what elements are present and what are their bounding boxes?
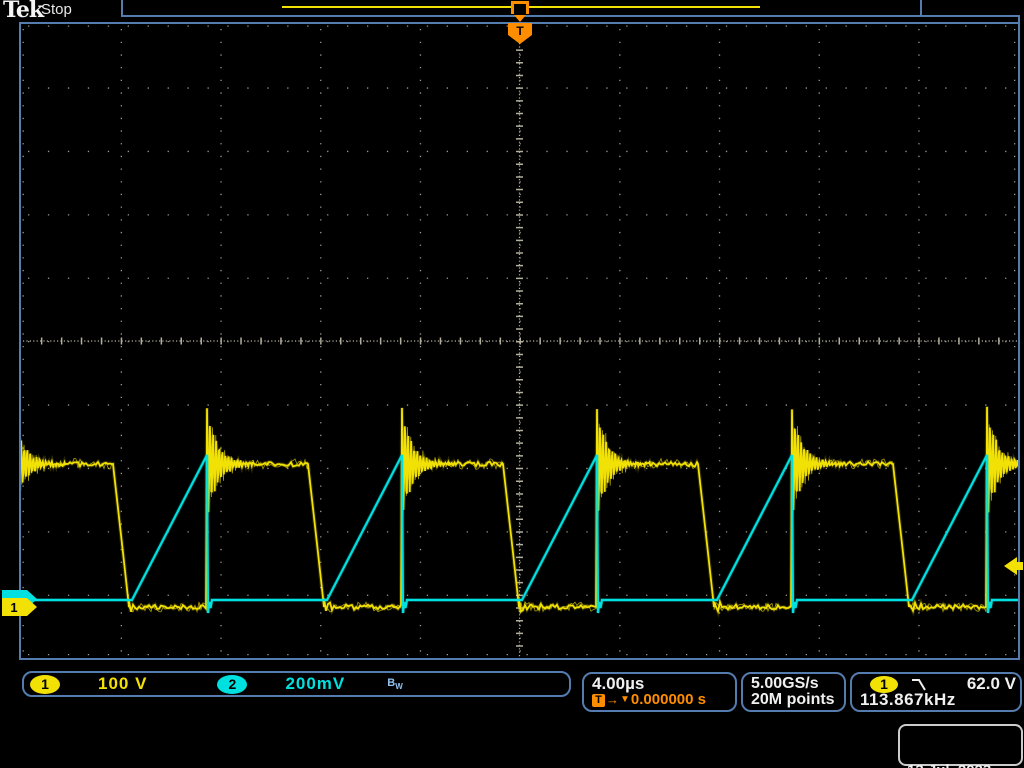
graticule [19,22,1020,660]
trigger-readout-box[interactable]: 1 62.0 V 113.867kHz [850,672,1022,712]
top-divider-stub-right [920,0,922,15]
oscilloscope-screen: Tek Stop T 1 1 100 V 2 200mV BW 4.00µs T… [0,0,1024,768]
horizontal-scale: 4.00µs [592,674,645,693]
sample-rate: 5.00GS/s [751,675,819,692]
record-length: 20M points [751,691,835,708]
ch2-scale: 200mV [285,674,346,693]
trigger-position-arrow-icon [514,15,526,22]
ch2-badge[interactable]: 2 [217,674,248,694]
ch1-marker-label: 1 [10,600,17,615]
ch1-scale: 100 V [98,674,148,693]
acquisition-readout-box[interactable]: 5.00GS/s 20M points [741,672,846,712]
trigger-level-value: 62.0 V [966,674,1016,693]
channel-position-markers[interactable]: 1 [0,586,46,622]
trigger-level-arrow-icon[interactable] [1002,555,1024,577]
datetime-box: 13 Jul 2023 11:28:28 [898,724,1023,768]
acquisition-status: Stop [41,1,72,18]
bandwidth-limit-icon: BW [387,676,403,692]
triangle-down-icon: ▼ [620,694,630,705]
horizontal-readout-box[interactable]: 4.00µs T → ▼ 0.000000 s [582,672,737,712]
trigger-position-flag-icon[interactable]: T [507,23,533,45]
trigger-t-icon: T [592,693,605,707]
date-label: 13 Jul 2023 [907,762,1021,768]
horizontal-delay-value: 0.000000 s [630,691,706,708]
trigger-frequency: 113.867kHz [860,690,956,709]
waveform-plot [21,25,1018,657]
tek-logo: Tek [3,0,44,23]
ch1-badge[interactable]: 1 [30,674,60,694]
trigger-flag-letter: T [516,24,524,38]
top-divider-line [121,15,1020,17]
channel-readout-box[interactable]: 1 100 V 2 200mV BW [22,671,571,697]
record-view-trigger-marker[interactable] [511,1,529,14]
top-divider-stub-left [121,0,123,15]
horizontal-delay-row: T → ▼ 0.000000 s [592,692,735,708]
arrow-right-icon: → [606,692,619,707]
